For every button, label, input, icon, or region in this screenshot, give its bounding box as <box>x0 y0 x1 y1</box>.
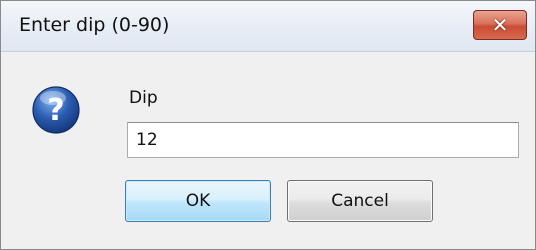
dialog-body: ? Dip OK Cancel <box>1 52 535 249</box>
dip-input[interactable] <box>127 122 519 158</box>
close-button[interactable]: ✕ <box>473 10 527 40</box>
dialog-title: Enter dip (0-90) <box>19 14 170 36</box>
dip-label: Dip <box>129 88 158 108</box>
close-icon: ✕ <box>491 13 509 37</box>
input-dialog: Enter dip (0-90) ✕ ? Dip OK Cancel <box>0 0 536 250</box>
svg-text:?: ? <box>47 93 64 128</box>
question-icon: ? <box>32 86 80 134</box>
title-bar: Enter dip (0-90) ✕ <box>1 1 535 52</box>
cancel-button[interactable]: Cancel <box>287 180 433 222</box>
ok-button[interactable]: OK <box>125 180 271 222</box>
